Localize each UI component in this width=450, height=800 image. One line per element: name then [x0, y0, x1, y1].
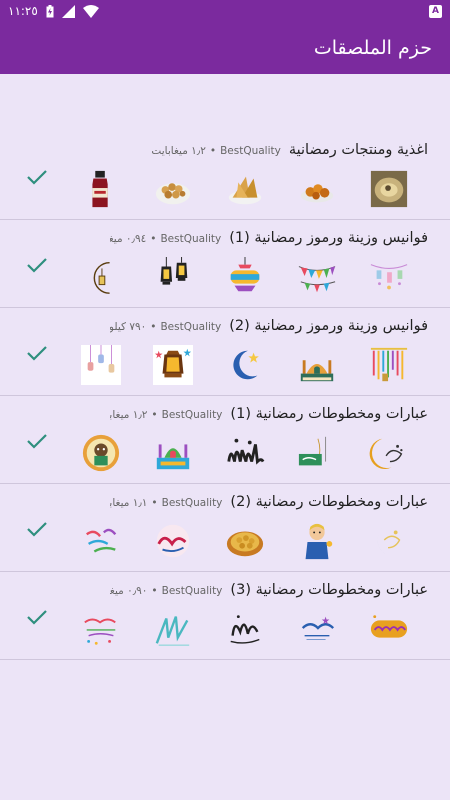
- sticker-pack-row[interactable]: فوانيس وزينة ورموز رمضانية (2) BestQualit…: [0, 308, 450, 396]
- cellular-signal-icon: [61, 4, 75, 18]
- sticker-pack-row[interactable]: عبارات ومخطوطات رمضانية (3) BestQuality • ٠…: [0, 572, 450, 660]
- crescent-lantern-sticker: [80, 256, 122, 298]
- pack-author: BestQuality: [160, 321, 222, 333]
- clock-time: ١١:٢٥: [8, 4, 38, 18]
- pack-size: ٠٫٩٠ ميغابايت: [110, 585, 148, 597]
- added-check-icon[interactable]: [26, 432, 48, 450]
- pack-header: عبارات ومخطوطات رمضانية (1) BestQuality • ١…: [110, 406, 428, 422]
- sticker-preview-strip: [80, 520, 410, 562]
- calligraphy-red-sticker: [152, 520, 194, 562]
- sambusa-sticker: [224, 168, 266, 210]
- pack-meta: BestQuality•٧٩٠ كيلوبايت: [110, 321, 221, 333]
- battery-charging-icon: [46, 4, 54, 17]
- lantern-stars-sticker: [152, 344, 194, 386]
- ramadan-kareem-gold-sticker: [368, 608, 410, 650]
- ramadan-sign-sticker: [296, 432, 338, 474]
- crescent-star-sticker: [224, 344, 266, 386]
- pack-header: فوانيس وزينة ورموز رمضانية (1) BestQualit…: [110, 230, 428, 246]
- app-bar: حزم الملصقات: [0, 22, 450, 74]
- dessert-tray-sticker: [224, 520, 266, 562]
- ramadan-calligraphy-sticker: [224, 432, 266, 474]
- pack-meta: BestQuality•٠٫٩٠ ميغابايت: [110, 585, 222, 597]
- character-frame-sticker: [80, 432, 122, 474]
- dates-bowl-sticker: [152, 168, 194, 210]
- crescent-green-sticker: [368, 520, 410, 562]
- pack-author: BestQuality: [161, 497, 223, 509]
- sticker-preview-strip: [80, 256, 410, 298]
- pack-name: فوانيس وزينة ورموز رمضانية (2): [229, 318, 428, 334]
- ramadan-kareem-blue-sticker: [296, 608, 338, 650]
- calligraphy-black-sticker: [224, 608, 266, 650]
- lanterns-garland-sticker: [368, 256, 410, 298]
- added-check-icon[interactable]: [26, 520, 48, 538]
- food-dish-sticker: [296, 168, 338, 210]
- meta-separator: •: [151, 585, 158, 597]
- pack-header: عبارات ومخطوطات رمضانية (2) BestQuality • ١…: [110, 494, 428, 510]
- pack-header: فوانيس وزينة ورموز رمضانية (2) BestQualit…: [110, 318, 428, 334]
- mosque-colorful-sticker: [152, 432, 194, 474]
- mosque-sticker: [296, 344, 338, 386]
- page-title: حزم الملصقات: [313, 37, 432, 59]
- pack-name: عبارات ومخطوطات رمضانية (3): [230, 582, 428, 598]
- added-check-icon[interactable]: [26, 256, 48, 274]
- food-pot-sticker: [368, 168, 410, 210]
- child-character-sticker: [296, 520, 338, 562]
- pack-header: اغذية ومنتجات رمضانية BestQuality • ١٫٢ ميغ…: [110, 142, 428, 158]
- crescent-calligraphy-sticker: [368, 432, 410, 474]
- added-check-icon[interactable]: [26, 344, 48, 362]
- added-check-icon[interactable]: [26, 608, 48, 626]
- sticker-pack-list: اغذية ومنتجات رمضانية BestQuality • ١٫٢ ميغ…: [0, 132, 450, 660]
- ramadan-kareem-text-sticker: [80, 608, 122, 650]
- lantern-colorful-sticker: [224, 256, 266, 298]
- pack-size: ١٫١ ميغابايت: [110, 497, 148, 509]
- pack-name: عبارات ومخطوطات رمضانية (1): [230, 406, 428, 422]
- pack-name: اغذية ومنتجات رمضانية: [288, 142, 428, 158]
- status-icons: ١١:٢٥: [8, 4, 99, 18]
- hanging-lamps-sticker: [80, 344, 122, 386]
- meta-separator: •: [150, 321, 157, 333]
- pack-meta: BestQuality•١٫٢ ميغابايت: [110, 409, 222, 421]
- pack-header: عبارات ومخطوطات رمضانية (3) BestQuality • ٠…: [110, 582, 428, 598]
- sticker-preview-strip: [80, 344, 410, 386]
- pack-size: ١٫٢ ميغابايت: [110, 409, 148, 421]
- meta-separator: •: [151, 497, 158, 509]
- bunting-sticker: [296, 256, 338, 298]
- pack-name: عبارات ومخطوطات رمضانية (2): [230, 494, 428, 510]
- lanterns-fringe-sticker: [368, 344, 410, 386]
- pack-name: فوانيس وزينة ورموز رمضانية (1): [229, 230, 428, 246]
- notification-icon: A: [429, 4, 442, 18]
- pack-meta: BestQuality•١٫٢ ميغابايت: [151, 145, 280, 157]
- meta-separator: •: [209, 145, 217, 157]
- sticker-preview-strip: [80, 608, 410, 650]
- pack-author: BestQuality: [161, 409, 223, 421]
- pack-size: ٧٩٠ كيلوبايت: [110, 321, 147, 333]
- pack-author: BestQuality: [161, 585, 223, 597]
- pack-author: BestQuality: [220, 145, 281, 157]
- pack-meta: BestQuality•١٫١ ميغابايت: [110, 497, 222, 509]
- pack-author: BestQuality: [160, 233, 222, 245]
- sticker-pack-row[interactable]: عبارات ومخطوطات رمضانية (2) BestQuality • ١…: [0, 484, 450, 572]
- calligraphy-teal-sticker: [152, 608, 194, 650]
- calligraphy-rainbow-sticker: [80, 520, 122, 562]
- sticker-pack-row[interactable]: اغذية ومنتجات رمضانية BestQuality • ١٫٢ ميغ…: [0, 132, 450, 220]
- vimto-bottle-sticker: [80, 168, 122, 210]
- pack-size: ١٫٢ ميغابايت: [151, 145, 206, 157]
- wifi-icon: [82, 4, 99, 18]
- status-bar: ١١:٢٥ A: [0, 0, 450, 22]
- sticker-preview-strip: [80, 168, 410, 210]
- lanterns-hanging-sticker: [152, 256, 194, 298]
- sticker-preview-strip: [80, 432, 410, 474]
- meta-separator: •: [150, 233, 157, 245]
- added-check-icon[interactable]: [26, 168, 48, 186]
- pack-meta: BestQuality•٠٫٩٤ ميغابايت: [110, 233, 221, 245]
- meta-separator: •: [151, 409, 158, 421]
- pack-size: ٠٫٩٤ ميغابايت: [110, 233, 147, 245]
- sticker-pack-row[interactable]: فوانيس وزينة ورموز رمضانية (1) BestQualit…: [0, 220, 450, 308]
- sticker-pack-row[interactable]: عبارات ومخطوطات رمضانية (1) BestQuality • ١…: [0, 396, 450, 484]
